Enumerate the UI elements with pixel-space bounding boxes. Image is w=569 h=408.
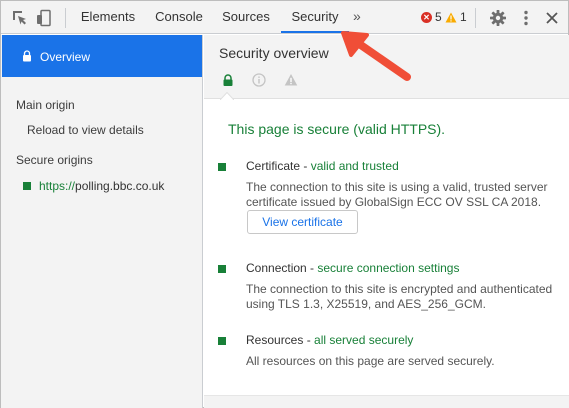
error-count-badge[interactable]: ✕ 5 <box>421 10 442 24</box>
resources-title: Resources - all served securely <box>246 333 413 347</box>
connection-value: secure connection settings <box>317 261 460 275</box>
secure-lock-icon <box>223 74 233 86</box>
origin-scheme: https:// <box>39 179 76 193</box>
security-overview-panel: Security overview This page is secure (v… <box>204 35 569 408</box>
inspect-element-icon[interactable] <box>11 9 29 27</box>
annotation-arrow-icon <box>341 31 411 81</box>
warning-triangle-icon <box>284 74 298 86</box>
connection-description: The connection to this site is encrypted… <box>246 282 553 311</box>
certificate-title: Certificate - valid and trusted <box>246 159 399 173</box>
devtools-toolbar: Elements Console Sources Security » ✕ 5 … <box>1 1 568 34</box>
close-icon[interactable] <box>543 9 561 27</box>
tab-sources[interactable]: Sources <box>217 1 275 34</box>
tab-elements[interactable]: Elements <box>77 1 139 34</box>
certificate-description: The connection to this site is using a v… <box>246 180 548 209</box>
sidebar-item-label: Overview <box>40 50 91 64</box>
error-count: 5 <box>435 10 442 24</box>
certificate-value: valid and trusted <box>310 159 399 173</box>
warning-icon <box>445 12 457 22</box>
view-certificate-button[interactable]: View certificate <box>247 210 358 234</box>
tab-console[interactable]: Console <box>149 1 209 34</box>
security-status-summary: This page is secure (valid HTTPS). <box>228 121 446 137</box>
sidebar-item-overview[interactable]: Overview <box>2 35 202 77</box>
origin-host: polling.bbc.co.uk <box>75 179 165 193</box>
panel-bottom-bar <box>204 395 569 408</box>
device-toolbar-icon[interactable] <box>35 9 53 27</box>
error-icon: ✕ <box>421 11 432 23</box>
certificate-label: Certificate - <box>246 159 311 173</box>
secure-origin-indicator <box>23 182 31 190</box>
settings-gear-icon[interactable] <box>489 9 507 27</box>
lock-icon <box>23 50 31 62</box>
resources-value: all served securely <box>314 333 414 347</box>
resources-label: Resources - <box>246 333 315 347</box>
connection-title: Connection - secure connection settings <box>246 261 459 275</box>
connection-label: Connection - <box>246 261 318 275</box>
selected-state-caret <box>220 92 234 100</box>
resources-status-indicator <box>218 337 226 345</box>
secure-origins-heading: Secure origins <box>16 153 93 167</box>
info-icon <box>252 73 266 87</box>
sidebar-item-origin[interactable]: https://polling.bbc.co.uk <box>39 179 164 193</box>
toolbar-separator <box>475 8 476 28</box>
warning-count-badge[interactable]: 1 <box>445 10 467 24</box>
security-sidebar: Overview Main origin Reload to view deta… <box>1 35 203 408</box>
reload-to-view-details[interactable]: Reload to view details <box>27 123 144 137</box>
resources-description: All resources on this page are served se… <box>246 354 495 368</box>
connection-status-indicator <box>218 265 226 273</box>
more-options-icon[interactable] <box>517 9 535 27</box>
main-origin-heading: Main origin <box>16 98 75 112</box>
certificate-status-indicator <box>218 163 226 171</box>
devtools-window: Elements Console Sources Security » ✕ 5 … <box>0 0 569 408</box>
warning-count: 1 <box>460 10 467 24</box>
page-title: Security overview <box>219 45 329 61</box>
toolbar-separator <box>65 8 66 28</box>
